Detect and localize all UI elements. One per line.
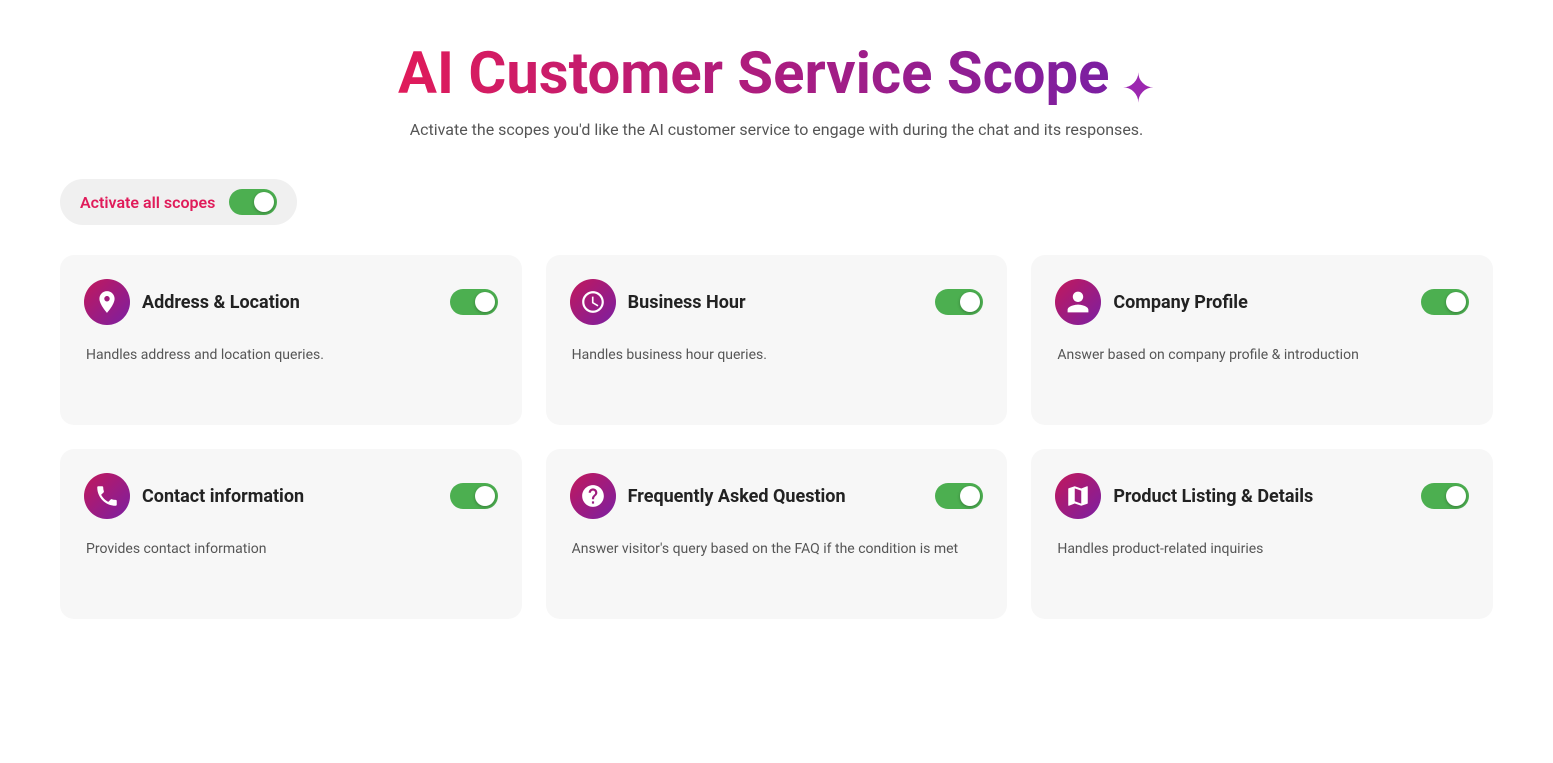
card-header-product-listing: Product Listing & Details xyxy=(1055,473,1469,519)
card-address-location: Address & Location Handles address and l… xyxy=(60,255,522,425)
toggle-company-profile[interactable] xyxy=(1421,289,1469,315)
card-title-business-hour: Business Hour xyxy=(628,292,746,313)
card-description-frequently-asked-question: Answer visitor's query based on the FAQ … xyxy=(570,539,984,560)
card-title-row-product-listing: Product Listing & Details xyxy=(1055,473,1313,519)
card-description-business-hour: Handles business hour queries. xyxy=(570,345,984,366)
card-company-profile: Company Profile Answer based on company … xyxy=(1031,255,1493,425)
card-title-contact-information: Contact information xyxy=(142,486,304,507)
card-header-company-profile: Company Profile xyxy=(1055,279,1469,325)
card-title-company-profile: Company Profile xyxy=(1113,292,1247,313)
card-product-listing: Product Listing & Details Handles produc… xyxy=(1031,449,1493,619)
card-frequently-asked-question: Frequently Asked Question Answer visitor… xyxy=(546,449,1008,619)
page-subtitle: Activate the scopes you'd like the AI cu… xyxy=(60,120,1493,139)
page-title: AI Customer Service Scope xyxy=(398,40,1109,108)
clock-icon xyxy=(570,279,616,325)
toggle-frequently-asked-question[interactable] xyxy=(935,483,983,509)
card-header-frequently-asked-question: Frequently Asked Question xyxy=(570,473,984,519)
activate-all-label: Activate all scopes xyxy=(80,193,215,212)
location-icon xyxy=(84,279,130,325)
toggle-business-hour[interactable] xyxy=(935,289,983,315)
page-header: AI Customer Service Scope ✦ Activate the… xyxy=(60,40,1493,139)
card-description-company-profile: Answer based on company profile & introd… xyxy=(1055,345,1469,366)
toggle-product-listing[interactable] xyxy=(1421,483,1469,509)
product-icon xyxy=(1055,473,1101,519)
card-description-contact-information: Provides contact information xyxy=(84,539,498,560)
cards-grid: Address & Location Handles address and l… xyxy=(60,255,1493,619)
profile-icon xyxy=(1055,279,1101,325)
activate-all-toggle[interactable] xyxy=(229,189,277,215)
card-contact-information: Contact information Provides contact inf… xyxy=(60,449,522,619)
card-header-business-hour: Business Hour xyxy=(570,279,984,325)
card-title-row-address-location: Address & Location xyxy=(84,279,300,325)
activate-all-row: Activate all scopes xyxy=(60,179,1493,225)
card-title-address-location: Address & Location xyxy=(142,292,300,313)
card-title-row-contact-information: Contact information xyxy=(84,473,304,519)
activate-all-pill: Activate all scopes xyxy=(60,179,297,225)
card-description-product-listing: Handles product-related inquiries xyxy=(1055,539,1469,560)
card-title-row-company-profile: Company Profile xyxy=(1055,279,1247,325)
card-title-product-listing: Product Listing & Details xyxy=(1113,486,1313,507)
contact-icon xyxy=(84,473,130,519)
card-title-row-business-hour: Business Hour xyxy=(570,279,746,325)
toggle-address-location[interactable] xyxy=(450,289,498,315)
toggle-contact-information[interactable] xyxy=(450,483,498,509)
sparkle-icon: ✦ xyxy=(1121,65,1155,112)
card-business-hour: Business Hour Handles business hour quer… xyxy=(546,255,1008,425)
card-header-address-location: Address & Location xyxy=(84,279,498,325)
card-title-row-frequently-asked-question: Frequently Asked Question xyxy=(570,473,846,519)
card-title-frequently-asked-question: Frequently Asked Question xyxy=(628,486,846,507)
faq-icon xyxy=(570,473,616,519)
card-description-address-location: Handles address and location queries. xyxy=(84,345,498,366)
card-header-contact-information: Contact information xyxy=(84,473,498,519)
